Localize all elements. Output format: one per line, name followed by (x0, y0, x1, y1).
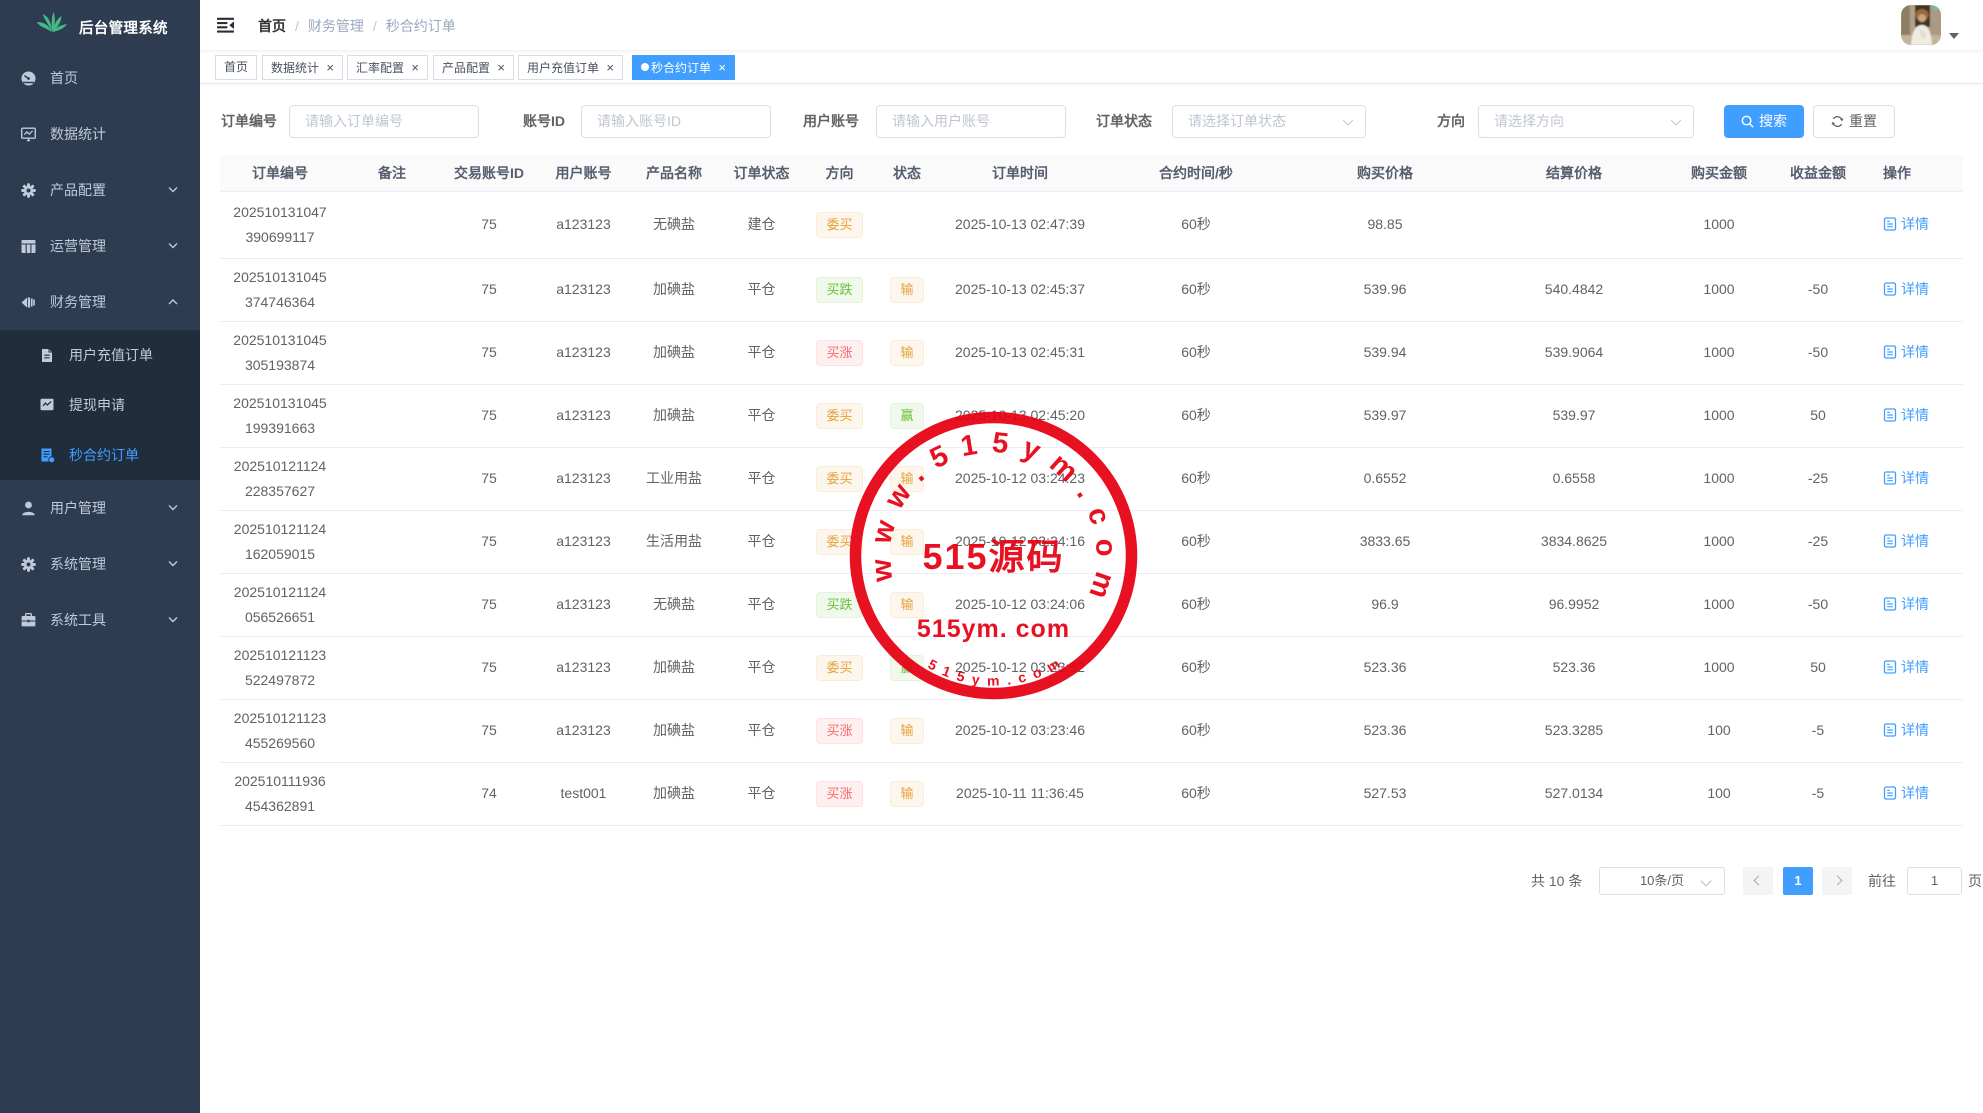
svg-text:515源码: 515源码 (922, 536, 1064, 577)
svg-text:515ym. com: 515ym. com (917, 615, 1070, 643)
